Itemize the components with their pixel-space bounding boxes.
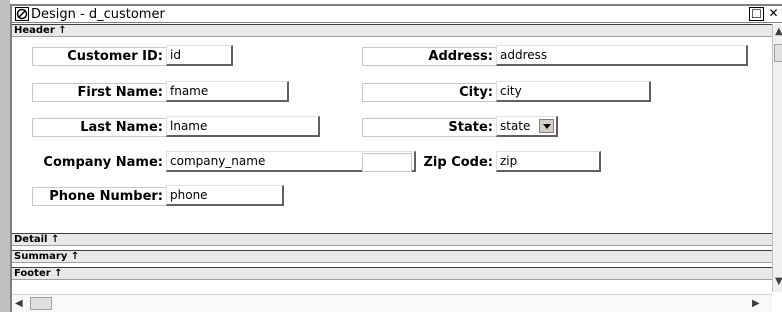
company-name-label: Company Name: (32, 153, 166, 172)
chevron-right-icon[interactable]: ▶ (752, 298, 760, 309)
city-label: City: (362, 83, 496, 102)
state-label: State: (362, 118, 496, 137)
datawindow-icon (15, 7, 29, 21)
first-name-label: First Name: (32, 83, 166, 102)
last-name-label: Last Name: (32, 118, 166, 137)
chevron-up-icon[interactable]: ▲ (775, 26, 782, 37)
footer-band[interactable]: Footer ↑ (12, 267, 772, 280)
header-band[interactable]: Header ↑ (12, 24, 772, 37)
window-title: Design - d_customer (31, 7, 165, 22)
chevron-down-icon[interactable]: ▼ (775, 276, 782, 287)
vertical-scroll-thumb[interactable] (774, 44, 782, 62)
state-dropdown-value: state (500, 119, 531, 133)
zip-code-field[interactable]: zip (496, 151, 601, 172)
zip-code-label: Zip Code: (416, 153, 496, 172)
chevron-left-icon[interactable]: ◀ (15, 298, 23, 309)
address-field[interactable]: address (496, 45, 748, 66)
window-frame-left (0, 0, 10, 312)
customer-id-label: Customer ID: (32, 47, 166, 66)
zip-code-label-frame (362, 153, 412, 172)
close-button[interactable]: ✕ (766, 7, 781, 21)
city-field[interactable]: city (496, 81, 651, 102)
customer-id-field[interactable]: id (166, 45, 233, 66)
summary-band[interactable]: Summary ↑ (12, 250, 772, 263)
detail-band[interactable]: Detail ↑ (12, 233, 772, 246)
horizontal-scroll-thumb[interactable] (30, 297, 52, 310)
first-name-field[interactable]: fname (166, 81, 289, 102)
maximize-button[interactable]: ☐ (749, 7, 764, 21)
vertical-scrollbar[interactable]: ▲ ▼ (772, 24, 782, 292)
phone-number-field[interactable]: phone (166, 185, 284, 206)
design-window: Design - d_customer ☐ ✕ Header ↑ Custome… (10, 4, 782, 312)
address-label: Address: (362, 47, 496, 66)
last-name-field[interactable]: lname (166, 116, 320, 137)
horizontal-scrollbar[interactable]: ◀ ▶ (12, 294, 772, 312)
state-dropdown[interactable]: state (496, 116, 558, 137)
title-bar[interactable]: Design - d_customer ☐ ✕ (12, 6, 782, 23)
phone-number-label: Phone Number: (32, 187, 166, 206)
chevron-down-icon[interactable] (539, 119, 554, 133)
